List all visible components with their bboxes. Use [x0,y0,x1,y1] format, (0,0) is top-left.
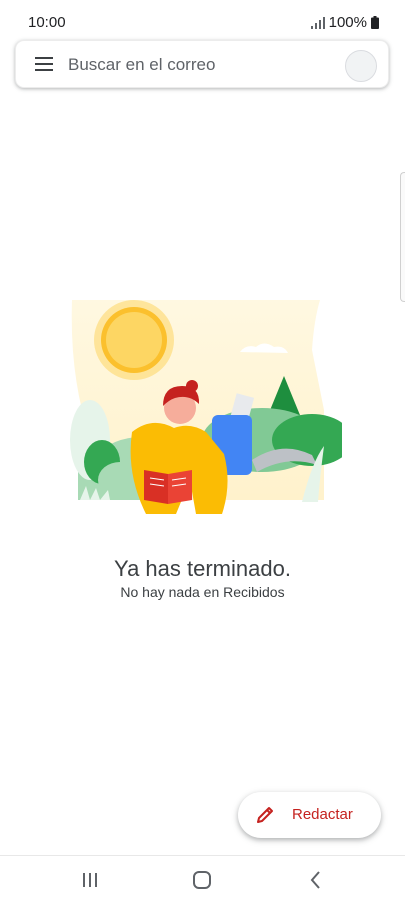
empty-state-title: Ya has terminado. [114,556,291,581]
search-bar[interactable]: Buscar en el correo [15,40,389,88]
empty-inbox-illustration [70,300,342,514]
status-time: 10:00 [28,14,66,31]
hamburger-menu-icon[interactable] [35,56,53,72]
avatar[interactable] [345,50,377,82]
battery-icon [371,16,379,29]
recent-apps-icon[interactable] [78,868,102,892]
back-icon[interactable] [304,868,328,892]
status-bar: 10:00 100% [0,0,405,44]
battery-percent: 100% [328,14,367,31]
compose-label: Redactar [292,806,353,823]
compose-button[interactable]: Redactar [238,792,381,838]
status-right: 100% [310,14,379,31]
system-nav-bar [0,855,405,903]
signal-icon [310,16,325,29]
sun-icon [94,300,174,380]
empty-state-subtitle: No hay nada en Recibidos [120,584,285,600]
pencil-icon [257,807,273,823]
search-input[interactable]: Buscar en el correo [68,55,215,75]
scroll-handle[interactable] [400,172,405,302]
home-icon[interactable] [190,868,214,892]
